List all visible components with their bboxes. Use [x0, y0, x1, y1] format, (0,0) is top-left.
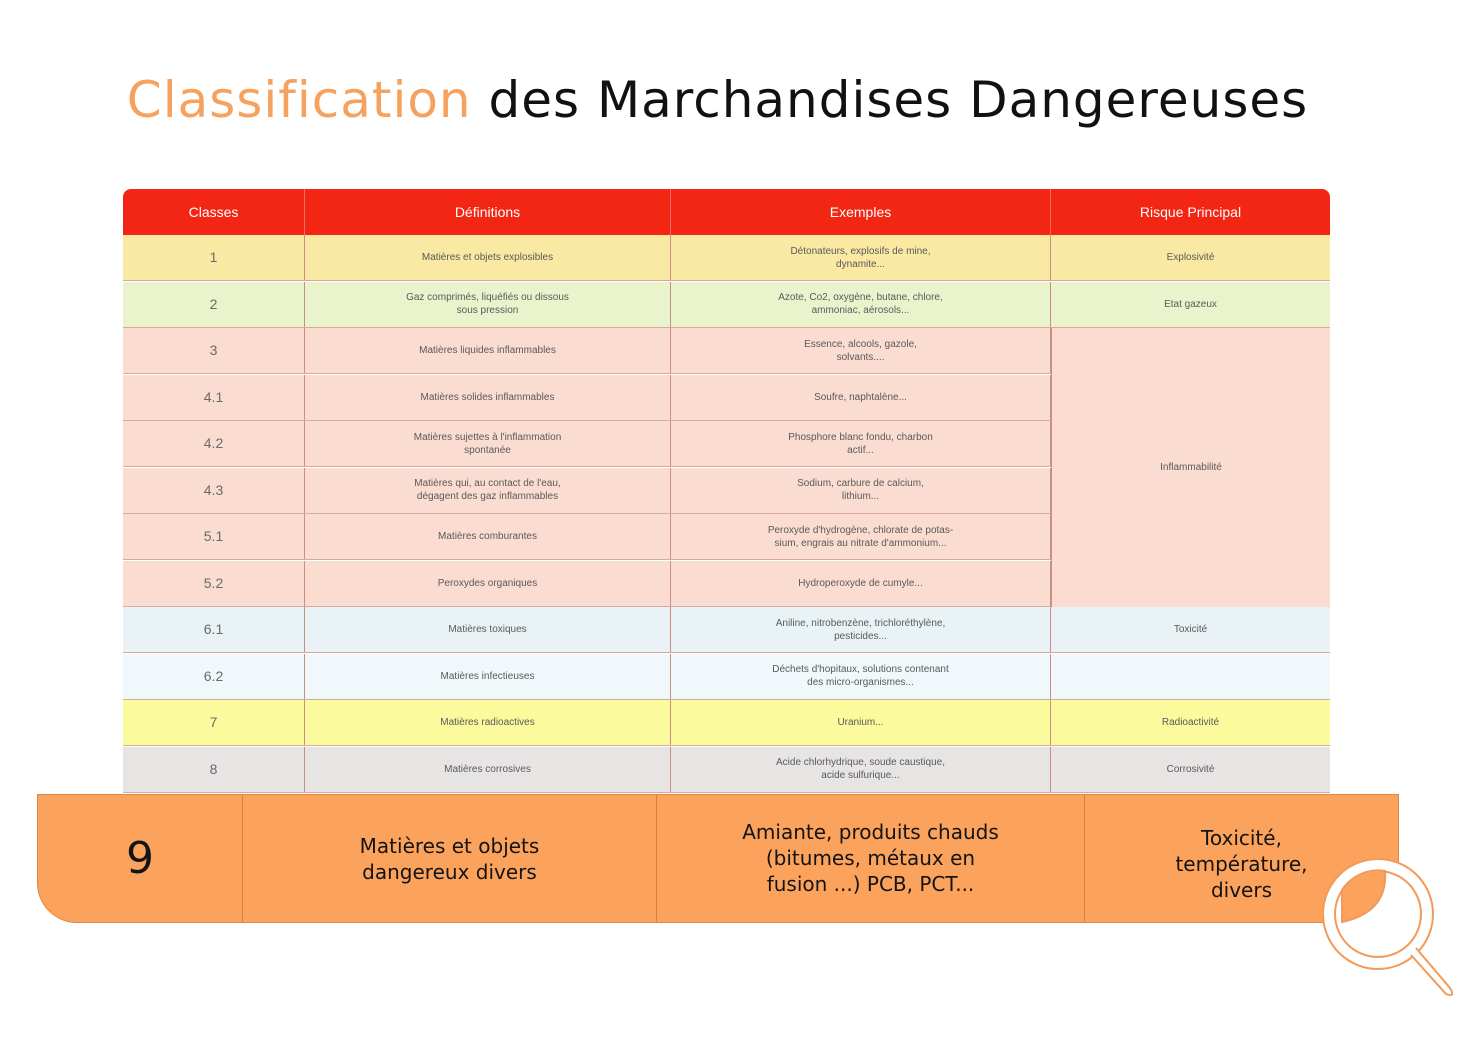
- table-row: 8 Matières corrosives Acide chlorhydrique,…: [123, 746, 1330, 793]
- cell-classe: 2: [123, 281, 305, 327]
- cell-exemples: Hydroperoxyde de cumyle...: [671, 560, 1051, 606]
- cell-classe: 4.2: [123, 421, 305, 466]
- cell-exemples: Sodium, carbure de calcium, lithium...: [671, 467, 1051, 513]
- cell-classe: 5.1: [123, 514, 305, 559]
- cell-risque: Corrosivité: [1166, 763, 1215, 775]
- cell-definition: Matières sujettes à l'inflammation spont…: [305, 421, 671, 466]
- cell-definition: Matières comburantes: [305, 514, 671, 559]
- cell-definition: Matières radioactives: [305, 700, 671, 745]
- magnifier-icon: [1316, 852, 1461, 1002]
- cell-exemples: Peroxyde d'hydrogène, chlorate de potas-…: [671, 514, 1051, 559]
- cell-exemples: Détonateurs, explosifs de mine, dynamite…: [671, 235, 1051, 280]
- class-9-definition: Matières et objets dangereux divers: [243, 795, 657, 922]
- cell-definition: Matières infectieuses: [305, 653, 671, 699]
- cell-classe: 5.2: [123, 560, 305, 606]
- cell-classe: 6.2: [123, 653, 305, 699]
- header-exemples: Exemples: [671, 189, 1051, 235]
- table-row: 1 Matières et objets explosibles Détonateu…: [123, 235, 1330, 281]
- cell-exemples: Uranium...: [671, 700, 1051, 745]
- risque-inflammabilite: Inflammabilité: [1051, 328, 1330, 607]
- cell-exemples: Azote, Co2, oxygène, butane, chlore, amm…: [671, 281, 1051, 327]
- header-classes: Classes: [123, 189, 305, 235]
- class-9-number: 9: [38, 795, 243, 922]
- cell-classe: 4.3: [123, 467, 305, 513]
- table-row: 2 Gaz comprimés, liquéfiés ou dissous sou…: [123, 281, 1330, 328]
- table-row: 7 Matières radioactives Uranium... Radioact…: [123, 700, 1330, 746]
- table-header: Classes Définitions Exemples Risque Prin…: [123, 189, 1330, 235]
- cell-classe: 1: [123, 235, 305, 280]
- table-row: 6.2 Matières infectieuses Déchets d'hopita…: [123, 653, 1330, 700]
- cell-definition: Matières liquides inflammables: [305, 328, 671, 373]
- table-row: 6.1 Matières toxiques Aniline, nitrobenzèn…: [123, 607, 1330, 653]
- cell-definition: Matières toxiques: [305, 607, 671, 652]
- class-9-exemples: Amiante, produits chauds (bitumes, métau…: [657, 795, 1085, 922]
- cell-risque: Toxicité: [1173, 624, 1208, 635]
- cell-exemples: Aniline, nitrobenzène, trichloréthylène,…: [671, 607, 1051, 652]
- cell-exemples: Phosphore blanc fondu, charbon actif...: [671, 421, 1051, 466]
- cell-definition: Gaz comprimés, liquéfiés ou dissous sous…: [305, 281, 671, 327]
- cell-risque: Radioactivité: [1161, 717, 1220, 728]
- cell-exemples: Essence, alcools, gazole, solvants....: [671, 328, 1051, 373]
- cell-exemples: Déchets d'hopitaux, solutions contenant …: [671, 653, 1051, 699]
- cell-definition: Matières solides inflammables: [305, 374, 671, 420]
- cell-exemples: Soufre, naphtalène...: [671, 374, 1051, 420]
- page-title: Classification des Marchandises Dangereu…: [0, 68, 1435, 132]
- cell-classe: 7: [123, 700, 305, 745]
- cell-classe: 8: [123, 746, 305, 792]
- cell-classe: 4.1: [123, 374, 305, 420]
- header-risque: Risque Principal: [1139, 204, 1242, 220]
- cell-definition: Peroxydes organiques: [305, 560, 671, 606]
- cell-risque: [1051, 654, 1330, 699]
- cell-definition: Matières qui, au contact de l'eau, dégag…: [305, 467, 671, 513]
- cell-exemples: Acide chlorhydrique, soude caustique, ac…: [671, 746, 1051, 792]
- cell-classe: 3: [123, 328, 305, 373]
- header-definitions: Définitions: [305, 189, 671, 235]
- cell-definition: Matières et objets explosibles: [305, 235, 671, 280]
- title-rest: des Marchandises Dangereuses: [471, 71, 1309, 129]
- cell-risque: Etat gazeux: [1164, 298, 1217, 310]
- cell-classe: 6.1: [123, 607, 305, 652]
- classification-table: Classes Définitions Exemples Risque Prin…: [123, 189, 1330, 795]
- cell-risque: Explosivité: [1166, 252, 1215, 263]
- title-accent: Classification: [126, 71, 472, 129]
- class-9-row: 9 Matières et objets dangereux divers Am…: [37, 794, 1399, 923]
- cell-definition: Matières corrosives: [305, 746, 671, 792]
